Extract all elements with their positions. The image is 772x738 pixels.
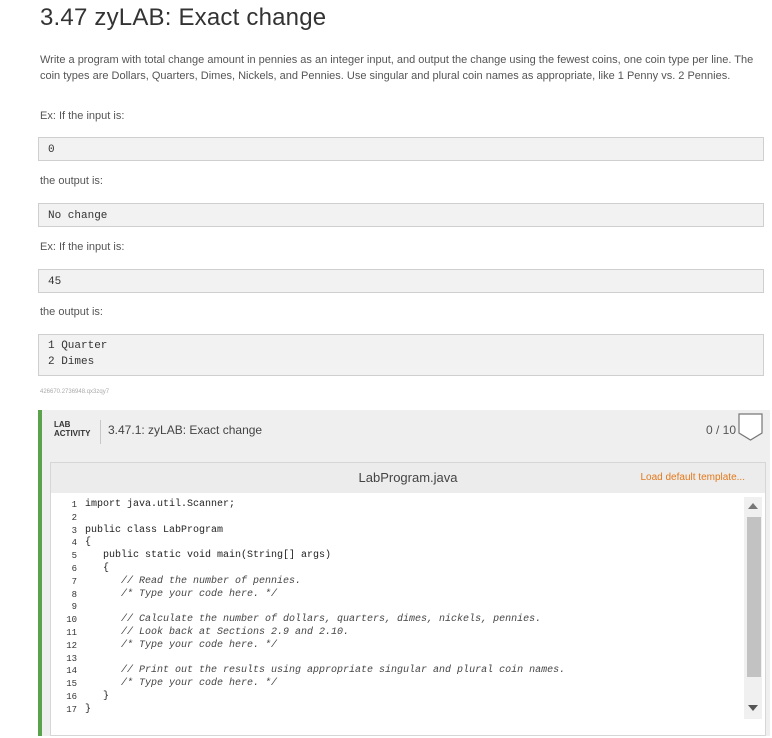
lab-tag-line: ACTIVITY [54, 429, 91, 438]
code-line[interactable]: { [85, 537, 91, 548]
content-id: 426670.2736948.qx3zqy7 [40, 389, 110, 395]
line-number: 13 [66, 653, 77, 664]
code-line[interactable]: public static void main(String[] args) [85, 550, 331, 561]
scroll-down-icon[interactable] [748, 705, 758, 711]
example-2-input: 45 [38, 269, 764, 293]
code-line[interactable]: { [85, 563, 109, 574]
lab-activity-tag: LAB ACTIVITY [54, 420, 90, 438]
problem-description: Write a program with total change amount… [40, 54, 754, 82]
example-1-input: 0 [38, 137, 764, 161]
example-1-output-label: the output is: [40, 175, 103, 187]
line-number: 11 [66, 628, 77, 638]
lab-activity: LAB ACTIVITY 3.47.1: zyLAB: Exact change… [38, 410, 770, 736]
example-1-input-label: Ex: If the input is: [40, 110, 125, 122]
line-number: 9 [71, 602, 77, 613]
line-number: 10 [66, 615, 77, 626]
line-number: 4 [71, 538, 77, 549]
line-number: 6 [71, 564, 77, 574]
load-default-template-link[interactable]: Load default template... [640, 472, 745, 483]
lab-score: 0 / 10 [706, 423, 737, 437]
score-badge-icon [738, 413, 763, 441]
lab-tag-line: LAB [54, 420, 71, 429]
line-number: 1 [71, 500, 77, 510]
line-number: 7 [71, 576, 77, 587]
example-1-output-line: No change [48, 210, 108, 222]
code-line[interactable]: public class LabProgram [85, 525, 223, 536]
example-1-output: No change [38, 203, 764, 227]
example-2-input-label: Ex: If the input is: [40, 241, 125, 253]
example-2-input-text: 45 [48, 276, 62, 288]
code-line[interactable]: // Calculate the number of dollars, quar… [85, 614, 541, 625]
code-line[interactable]: // Look back at Sections 2.9 and 2.10. [85, 627, 349, 638]
scroll-up-icon[interactable] [748, 503, 758, 509]
page-title: 3.47 zyLAB: Exact change [40, 4, 327, 31]
code-area[interactable]: 1 import java.util.Scanner; 2 3 public class… [53, 497, 743, 719]
code-line[interactable]: import java.util.Scanner; [85, 499, 235, 510]
example-2-output-line: 2 Dimes [48, 356, 95, 368]
code-line[interactable]: } [85, 691, 109, 702]
editor-header: LabProgram.java Load default template... [51, 463, 765, 493]
line-number: 16 [66, 692, 77, 702]
line-number: 8 [71, 589, 77, 600]
code-line[interactable]: } [85, 704, 91, 715]
code-line[interactable]: /* Type your code here. */ [85, 678, 277, 689]
divider [100, 420, 101, 444]
example-1-input-text: 0 [48, 144, 55, 156]
code-editor: LabProgram.java Load default template...… [50, 462, 766, 736]
line-number: 12 [66, 640, 77, 651]
scrollbar-thumb[interactable] [747, 517, 761, 677]
line-number: 17 [66, 704, 77, 715]
line-number: 2 [71, 512, 77, 523]
example-2-output-label: the output is: [40, 306, 103, 318]
code-line[interactable]: // Read the number of pennies. [85, 576, 301, 587]
code-line[interactable]: /* Type your code here. */ [85, 640, 277, 651]
line-number: 3 [71, 525, 77, 536]
example-2-output: 1 Quarter 2 Dimes [38, 334, 764, 376]
lab-title: 3.47.1: zyLAB: Exact change [108, 423, 263, 437]
line-number: 14 [66, 666, 77, 677]
code-line[interactable]: // Print out the results using appropria… [85, 665, 565, 676]
line-number: 15 [66, 679, 77, 690]
example-2-output-line: 1 Quarter [48, 340, 108, 352]
line-number: 5 [71, 551, 77, 562]
code-line[interactable]: /* Type your code here. */ [85, 589, 277, 600]
editor-scrollbar[interactable] [744, 497, 762, 719]
